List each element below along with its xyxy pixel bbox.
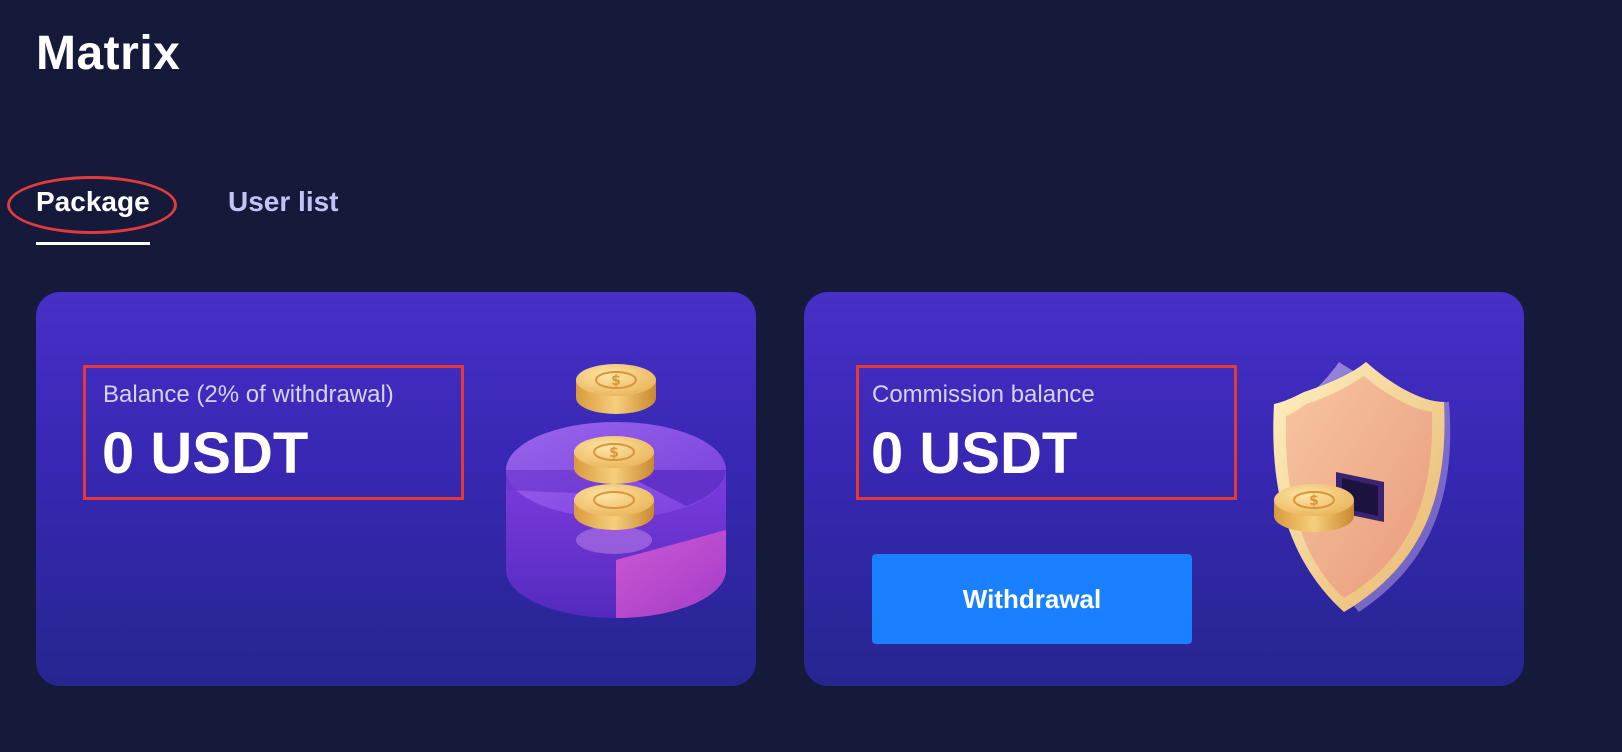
svg-text:$: $ [611, 373, 621, 389]
balance-card: Balance (2% of withdrawal) 0 USDT $ $ [36, 292, 756, 686]
tab-package[interactable]: Package [7, 176, 177, 245]
withdrawal-button[interactable]: Withdrawal [872, 554, 1192, 644]
tab-user-list-label: User list [228, 186, 339, 217]
coins-chart-icon: $ $ [506, 364, 726, 618]
balance-label: Balance (2% of withdrawal) [103, 381, 394, 408]
active-tab-underline [36, 242, 150, 245]
balance-value: 0 USDT [102, 421, 309, 486]
commission-label: Commission balance [872, 381, 1095, 408]
annotation-ellipse [7, 176, 177, 234]
svg-text:$: $ [1309, 493, 1319, 509]
shield-coin-icon: $ [1273, 362, 1451, 612]
commission-value: 0 USDT [871, 421, 1078, 486]
tab-user-list[interactable]: User list [228, 178, 339, 226]
commission-card: Commission balance 0 USDT Withdrawal $ [804, 292, 1524, 686]
page-title: Matrix [36, 27, 181, 80]
svg-text:$: $ [609, 445, 619, 461]
